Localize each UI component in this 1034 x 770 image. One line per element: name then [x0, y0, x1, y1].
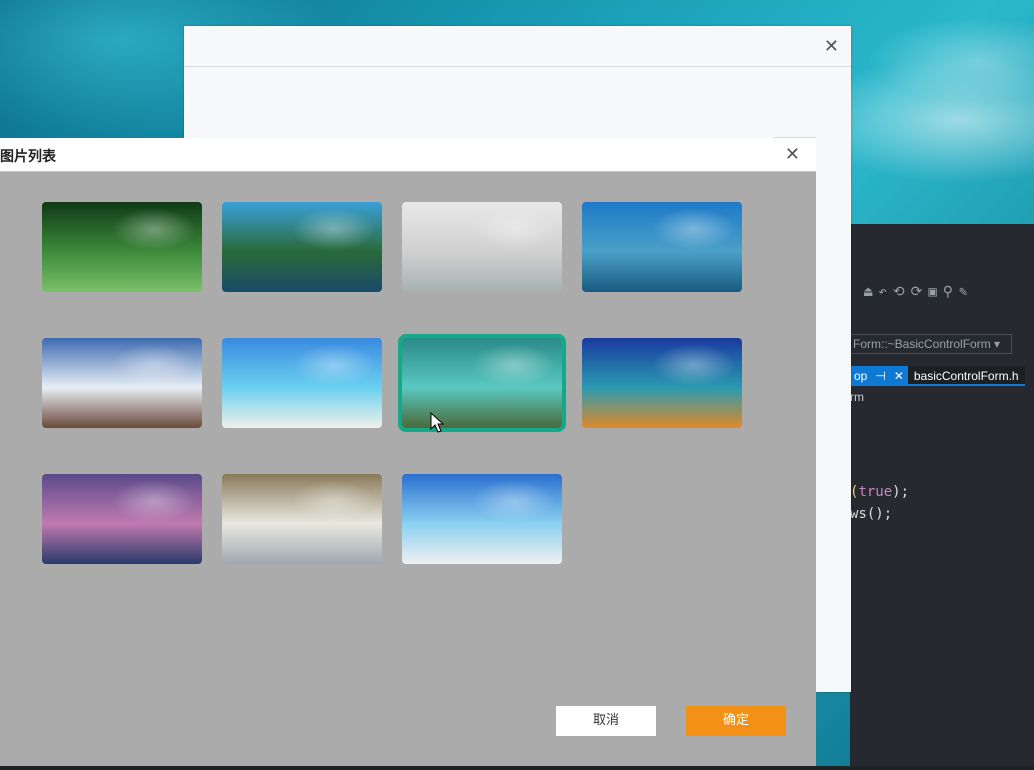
taskbar-strip — [0, 766, 1034, 770]
close-icon[interactable]: ✕ — [894, 369, 904, 383]
chevron-down-icon: ▾ — [994, 337, 1001, 351]
image-thumbnail-mountain-lake-sunset[interactable] — [42, 474, 202, 564]
close-icon[interactable]: ✕ — [785, 144, 800, 165]
ide-toolbar[interactable]: ⏏↶⟲⟳▣⚲✎ — [864, 284, 973, 300]
image-list-dialog: 图片列表 ✕ 取消 确定 — [0, 137, 816, 766]
ide-nav-text: rm — [850, 390, 864, 404]
image-thumbnail-water-drops-leaf[interactable] — [42, 202, 202, 292]
pin-icon[interactable]: ⊣ — [875, 369, 885, 383]
code-line: (true); — [850, 484, 909, 500]
image-thumbnail-winter-tree-river[interactable] — [222, 474, 382, 564]
image-thumbnail-aerial-island-runway[interactable] — [398, 334, 566, 432]
tab-active[interactable]: op ⊣ ✕ — [850, 366, 908, 386]
image-thumbnail-potala-palace-stupa[interactable] — [42, 338, 202, 428]
ide-tab-strip: op ⊣ ✕ basicControlForm.h — [850, 366, 1034, 386]
image-thumbnail-lake-hills[interactable] — [582, 202, 742, 292]
code-keyword: true — [858, 484, 893, 500]
member-dropdown-value: Form::~BasicControlForm — [853, 337, 991, 351]
tab-basic-control-form[interactable]: basicControlForm.h — [907, 366, 1025, 386]
code-line-2: ws(); — [850, 506, 893, 522]
dialog-title: 图片列表 — [0, 149, 56, 165]
ide-window: ⏏↶⟲⟳▣⚲✎ Form::~BasicControlForm ▾ op ⊣ ✕… — [850, 224, 1034, 770]
background-window-titlebar — [184, 26, 851, 67]
image-thumbnail-orange-sand-cove[interactable] — [582, 338, 742, 428]
image-thumbnail-white-interior-desk[interactable] — [402, 202, 562, 292]
divider — [774, 137, 816, 138]
member-dropdown[interactable]: Form::~BasicControlForm ▾ — [850, 334, 1012, 354]
image-thumbnail-white-sand-beach[interactable] — [222, 338, 382, 428]
dialog-header: 图片列表 ✕ — [0, 138, 816, 172]
image-thumbnail-coastal-cliff-temple[interactable] — [222, 202, 382, 292]
cancel-button[interactable]: 取消 — [556, 706, 656, 736]
code-rest: ); — [892, 484, 910, 500]
image-thumbnail-tropical-beach-sky[interactable] — [402, 474, 562, 564]
close-icon[interactable]: ✕ — [824, 36, 839, 57]
tab-active-label: op — [854, 369, 868, 383]
confirm-button[interactable]: 确定 — [686, 706, 786, 736]
